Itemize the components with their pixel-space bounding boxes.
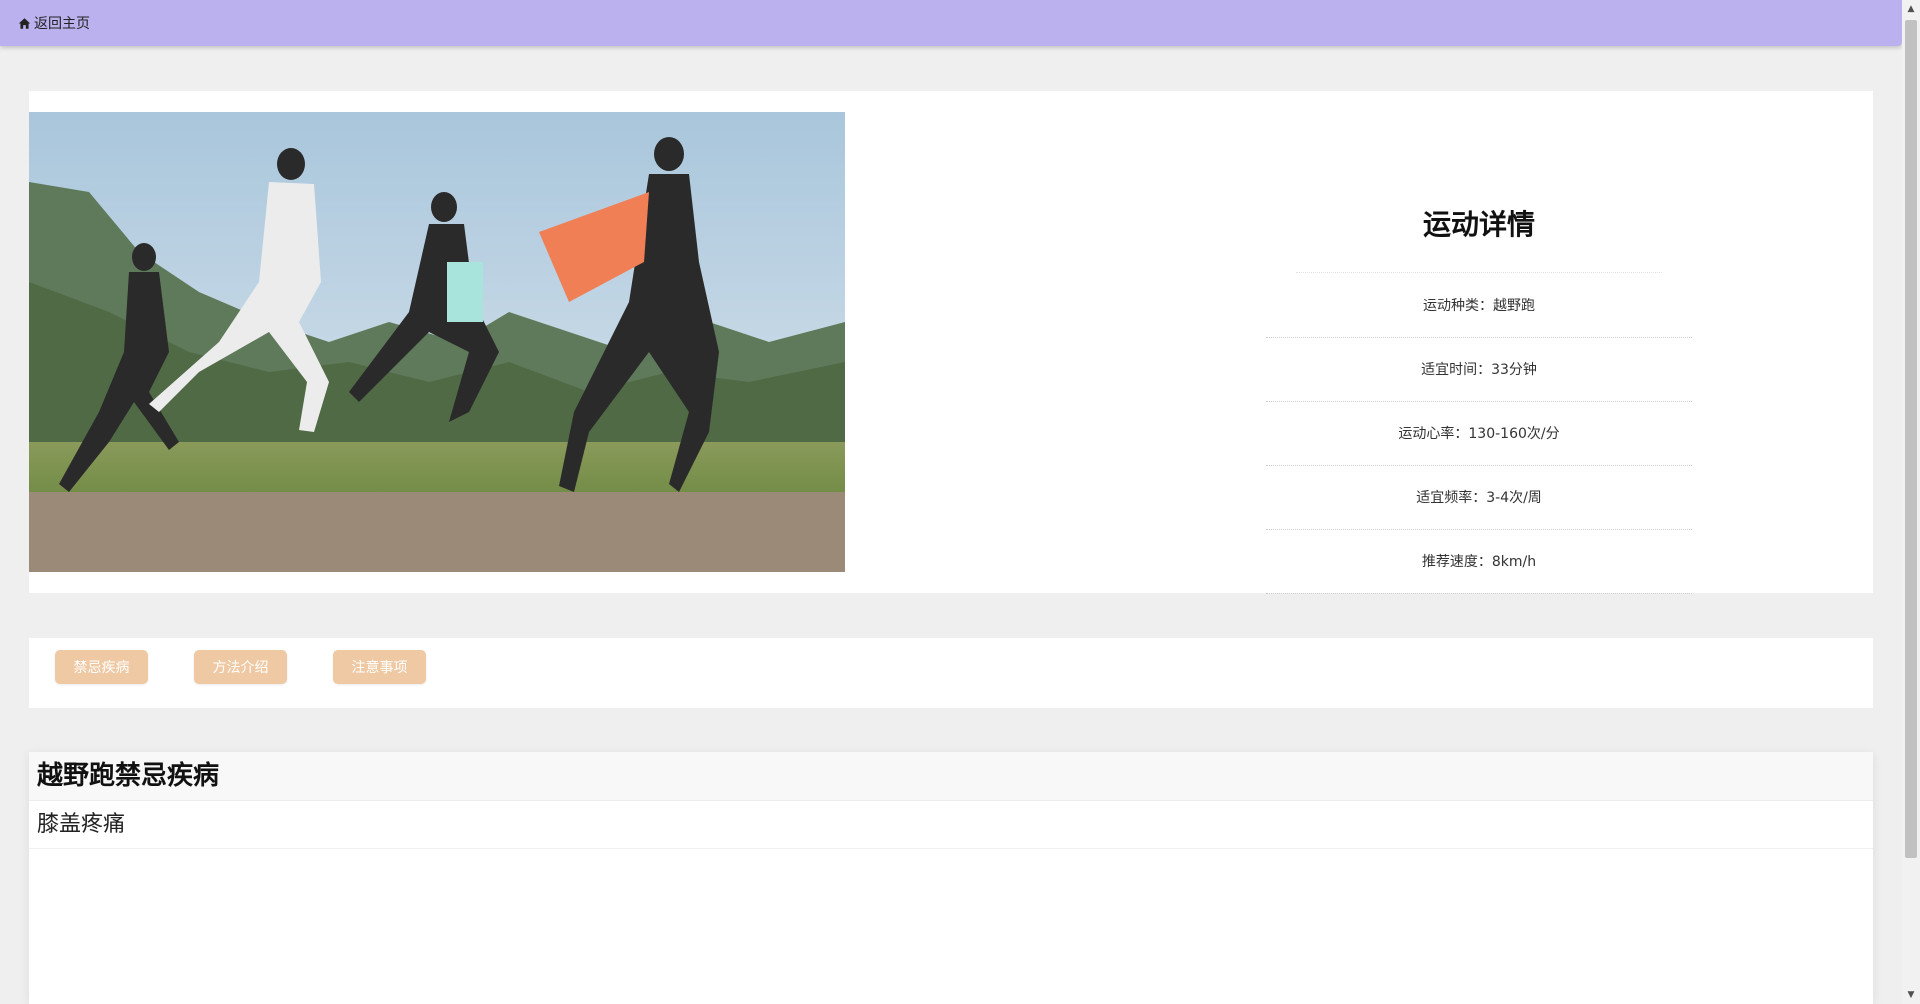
- scroll-down-arrow-icon[interactable]: ▼: [1902, 986, 1920, 1004]
- home-icon: [18, 17, 31, 29]
- exercise-detail-card: 运动详情 运动种类：越野跑 适宜时间：33分钟 运动心率：130-160次/分 …: [29, 91, 1873, 594]
- scroll-up-arrow-icon[interactable]: ▲: [1902, 0, 1920, 18]
- content-header: 越野跑禁忌疾病: [29, 752, 1873, 801]
- home-link-label: 返回主页: [34, 16, 90, 32]
- info-title: 运动详情: [1422, 208, 1535, 241]
- tab-method-introduction[interactable]: 方法介绍: [194, 650, 287, 684]
- exercise-hero-image: [29, 112, 845, 572]
- info-row-heart-rate: 运动心率：130-160次/分: [1266, 401, 1692, 466]
- page-scrollbar[interactable]: ▲ ▼: [1902, 0, 1920, 1004]
- content-panel: 越野跑禁忌疾病 膝盖疼痛: [29, 752, 1873, 1004]
- tab-contraindications[interactable]: 禁忌疾病: [55, 650, 148, 684]
- tab-precautions[interactable]: 注意事项: [333, 650, 426, 684]
- info-row-frequency: 适宜频率：3-4次/周: [1266, 465, 1692, 530]
- top-nav-bar: 返回主页: [0, 0, 1902, 46]
- home-link[interactable]: 返回主页: [18, 14, 90, 32]
- content-body: 膝盖疼痛: [37, 812, 126, 837]
- scrollbar-thumb[interactable]: [1905, 20, 1917, 858]
- content-divider: [29, 848, 1873, 849]
- info-row-type: 运动种类：越野跑: [1266, 273, 1692, 338]
- tab-bar: 禁忌疾病 方法介绍 注意事项: [29, 638, 1873, 708]
- info-row-duration: 适宜时间：33分钟: [1266, 337, 1692, 402]
- info-row-speed: 推荐速度：8km/h: [1266, 529, 1692, 594]
- exercise-info-panel: 运动详情 运动种类：越野跑 适宜时间：33分钟 运动心率：130-160次/分 …: [1266, 91, 1692, 594]
- content-title: 越野跑禁忌疾病: [37, 761, 220, 791]
